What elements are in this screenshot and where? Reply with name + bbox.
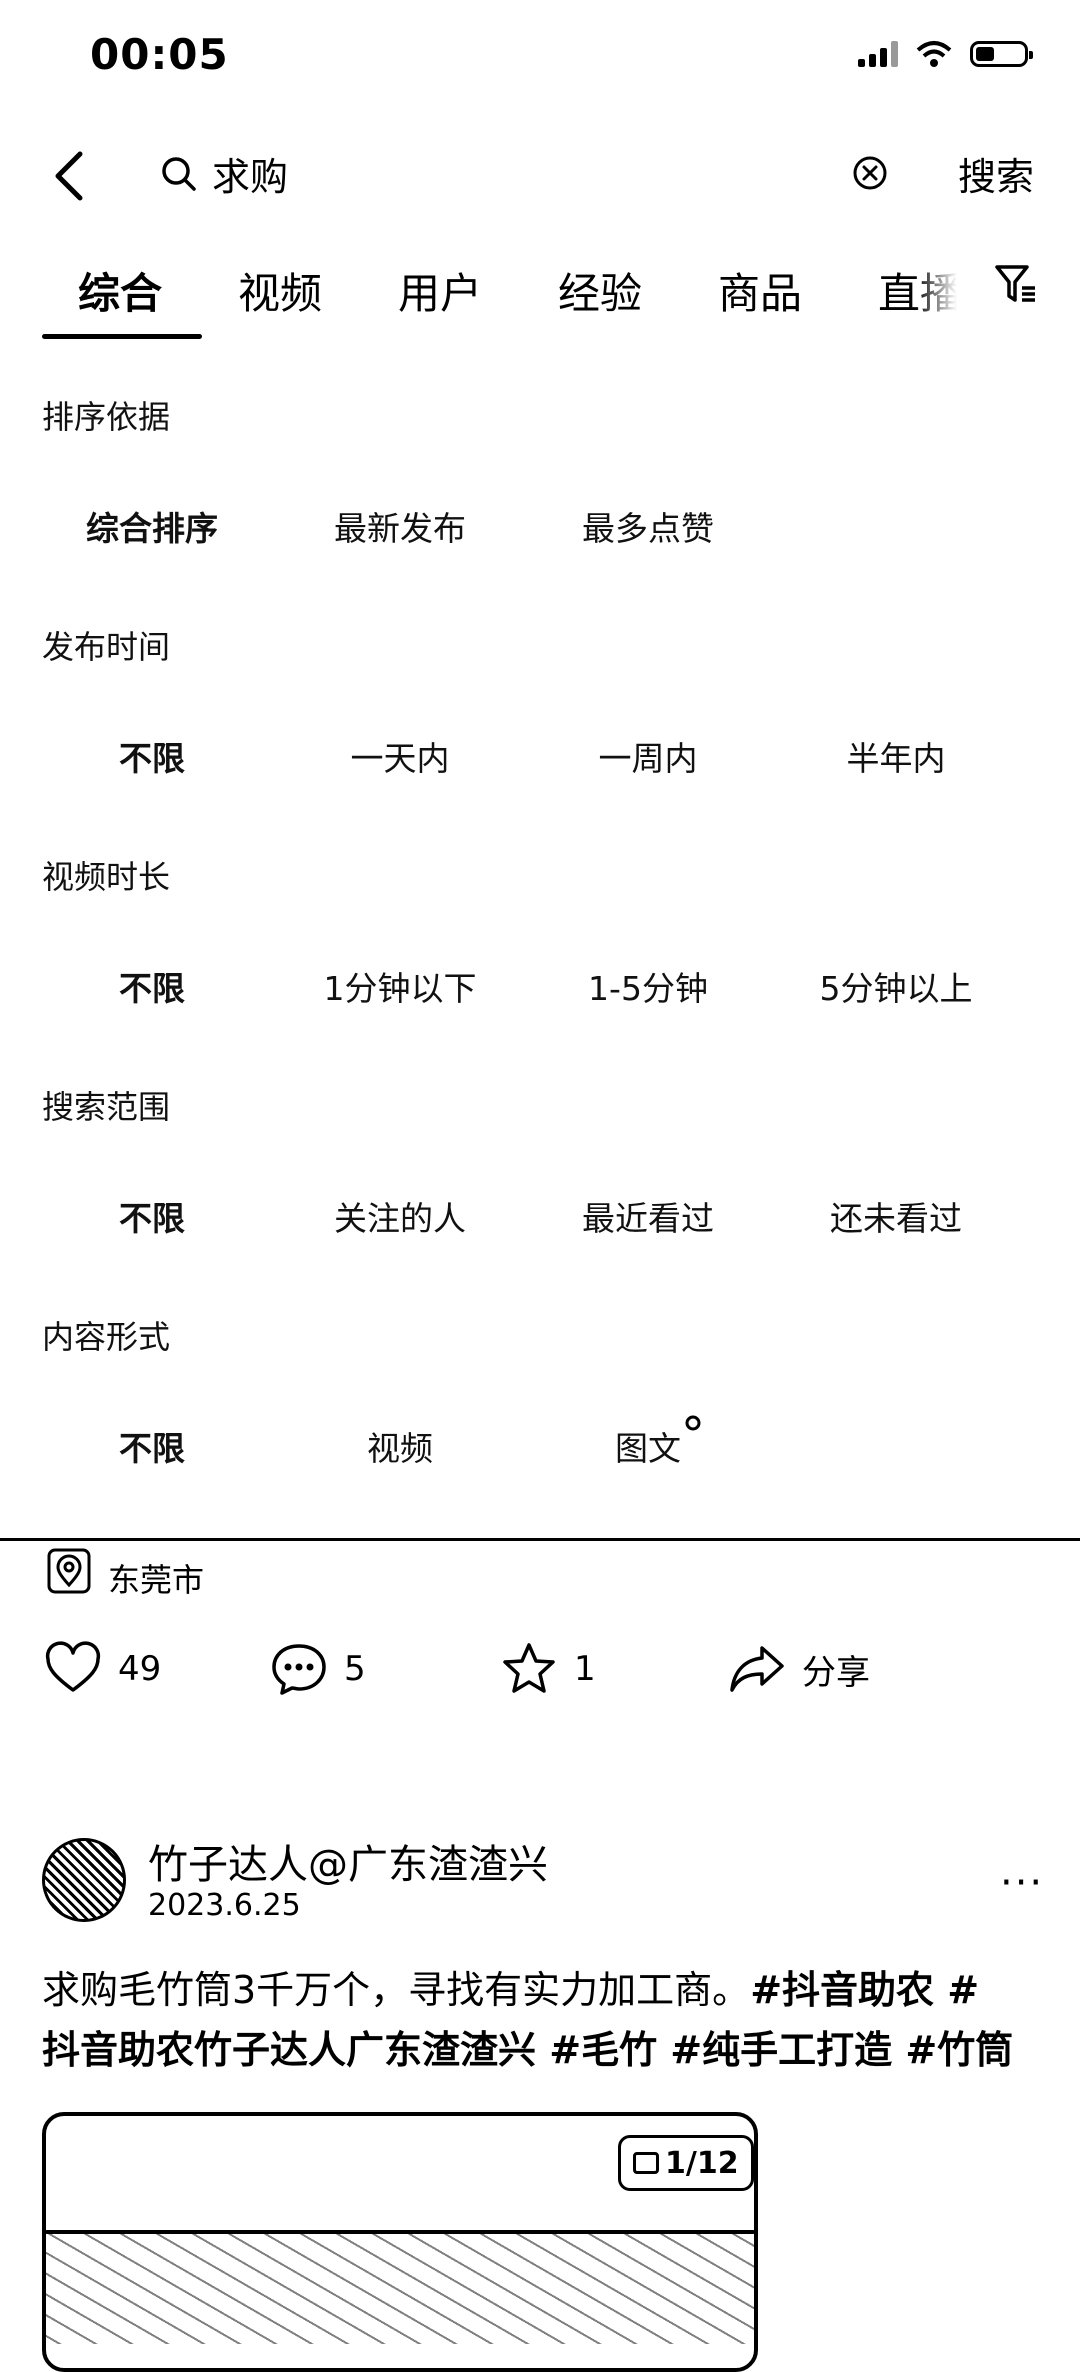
status-time: 00:05 bbox=[90, 30, 229, 79]
like-count: 49 bbox=[118, 1649, 162, 1689]
comment-button[interactable]: 5 bbox=[270, 1640, 366, 1698]
tab-overflow-fade bbox=[915, 255, 975, 325]
duration-section-title: 视频时长 bbox=[42, 858, 171, 896]
comment-count: 5 bbox=[344, 1649, 366, 1689]
scope-option-not-viewed[interactable]: 还未看过 bbox=[772, 1192, 1020, 1240]
scope-option-following[interactable]: 关注的人 bbox=[276, 1192, 524, 1240]
clear-search-icon[interactable] bbox=[852, 155, 888, 191]
active-tab-indicator bbox=[42, 334, 202, 339]
format-option-image-text[interactable]: 图文 bbox=[524, 1422, 772, 1470]
share-button[interactable]: 分享 bbox=[728, 1640, 870, 1698]
scope-option-any[interactable]: 不限 bbox=[28, 1192, 276, 1240]
duration-option-1-5min[interactable]: 1-5分钟 bbox=[524, 962, 772, 1010]
filter-icon[interactable] bbox=[994, 262, 1038, 306]
caption-hashtags-2[interactable]: 抖音助农竹子达人广东渣渣兴 bbox=[42, 2028, 549, 2072]
caption-hashtags-1[interactable]: #抖音助农 # bbox=[750, 1968, 979, 2012]
more-options-icon[interactable]: ··· bbox=[1000, 1860, 1044, 1906]
cellular-signal-icon bbox=[858, 41, 898, 67]
back-arrow-icon[interactable] bbox=[48, 148, 88, 204]
time-section-title: 发布时间 bbox=[42, 628, 171, 666]
duration-option-any[interactable]: 不限 bbox=[28, 962, 276, 1010]
scope-section-title: 搜索范围 bbox=[42, 1088, 171, 1126]
favorite-button[interactable]: 1 bbox=[500, 1640, 596, 1698]
battery-icon bbox=[970, 41, 1033, 67]
share-label: 分享 bbox=[802, 1652, 870, 1693]
time-option-week[interactable]: 一周内 bbox=[524, 732, 772, 780]
like-button[interactable]: 49 bbox=[44, 1640, 161, 1698]
sort-option-most-liked[interactable]: 最多点赞 bbox=[524, 502, 772, 550]
status-icons bbox=[858, 40, 1033, 68]
author-avatar[interactable] bbox=[42, 1838, 126, 1922]
tab-users[interactable]: 用户 bbox=[398, 260, 482, 321]
time-option-day[interactable]: 一天内 bbox=[276, 732, 524, 780]
caption-hashtags-3[interactable]: #毛竹 #纯手工打造 #竹筒 bbox=[549, 2028, 1013, 2072]
tab-products[interactable]: 商品 bbox=[718, 260, 802, 321]
image-counter-badge: 1/12 bbox=[618, 2135, 754, 2191]
scope-option-recently-viewed[interactable]: 最近看过 bbox=[524, 1192, 772, 1240]
heart-icon bbox=[45, 1641, 101, 1692]
post-date: 2023.6.25 bbox=[148, 1888, 301, 1923]
sort-section-title: 排序依据 bbox=[42, 398, 171, 436]
image-counter: 1/12 bbox=[665, 2145, 739, 2181]
caption-text: 求购毛竹筒3千万个，寻找有实力加工商。 bbox=[42, 1968, 751, 2012]
wifi-icon bbox=[916, 41, 952, 67]
duration-option-under-1min[interactable]: 1分钟以下 bbox=[276, 962, 524, 1010]
star-icon bbox=[503, 1643, 555, 1693]
comment-icon bbox=[272, 1644, 326, 1695]
duration-option-over-5min[interactable]: 5分钟以上 bbox=[772, 962, 1020, 1010]
tab-experience[interactable]: 经验 bbox=[558, 260, 642, 321]
search-icon bbox=[162, 157, 196, 191]
new-dot-icon bbox=[685, 1415, 701, 1431]
location-pin-icon bbox=[47, 1548, 91, 1594]
share-arrow-icon bbox=[730, 1646, 784, 1692]
author-name[interactable]: 竹子达人@广东渣渣兴 bbox=[148, 1832, 548, 1890]
time-option-half-year[interactable]: 半年内 bbox=[772, 732, 1020, 780]
gallery-icon bbox=[633, 2152, 659, 2174]
format-option-video[interactable]: 视频 bbox=[276, 1422, 524, 1470]
sort-option-comprehensive[interactable]: 综合排序 bbox=[28, 502, 276, 550]
filter-panel-divider bbox=[0, 1538, 1080, 1541]
favorite-count: 1 bbox=[574, 1649, 596, 1689]
tab-video[interactable]: 视频 bbox=[238, 260, 322, 321]
post-location[interactable]: 东莞市 bbox=[108, 1555, 204, 1601]
search-input[interactable]: 求购 bbox=[212, 146, 288, 201]
format-section-title: 内容形式 bbox=[42, 1318, 171, 1356]
search-button[interactable]: 搜索 bbox=[958, 146, 1034, 201]
tab-comprehensive[interactable]: 综合 bbox=[78, 260, 162, 321]
post-caption[interactable]: 求购毛竹筒3千万个，寻找有实力加工商。#抖音助农 # 抖音助农竹子达人广东渣渣兴 … bbox=[42, 1960, 1042, 2080]
sort-option-latest[interactable]: 最新发布 bbox=[276, 502, 524, 550]
post-image-preview bbox=[46, 2234, 754, 2344]
format-option-any[interactable]: 不限 bbox=[28, 1422, 276, 1470]
time-option-any[interactable]: 不限 bbox=[28, 732, 276, 780]
